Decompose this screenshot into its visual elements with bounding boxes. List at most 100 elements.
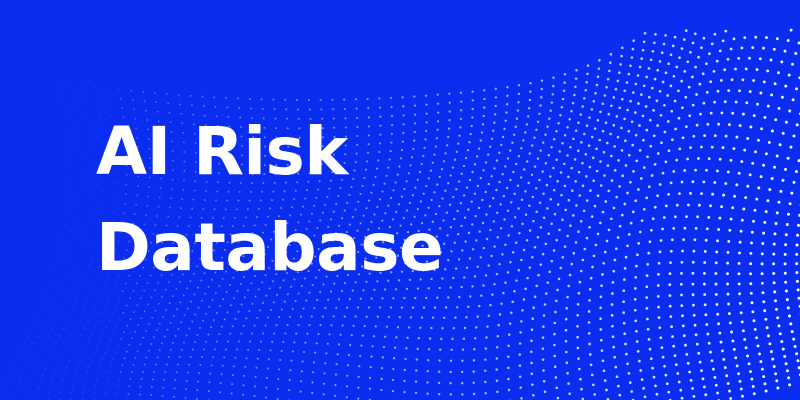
- wave-dot: [464, 156, 468, 160]
- wave-dot: [563, 162, 566, 166]
- wave-dot: [169, 321, 172, 324]
- wave-dot: [473, 275, 477, 278]
- wave-dot: [601, 102, 605, 105]
- wave-dot: [479, 176, 482, 180]
- wave-dot: [631, 210, 635, 214]
- wave-dot: [447, 181, 450, 185]
- wave-dot: [477, 147, 481, 150]
- wave-dot: [79, 187, 82, 189]
- wave-dot: [499, 227, 503, 230]
- wave-dot: [631, 91, 635, 94]
- wave-dot: [82, 245, 84, 248]
- wave-dot: [732, 147, 736, 151]
- wave-dot: [414, 296, 417, 300]
- wave-dot: [679, 388, 683, 392]
- wave-dot: [517, 207, 520, 210]
- wave-dot: [172, 315, 175, 318]
- wave-dot: [638, 124, 641, 127]
- wave-dot: [441, 327, 444, 330]
- wave-dot: [482, 284, 485, 287]
- wave-dot: [749, 262, 753, 266]
- wave-dot: [627, 153, 631, 157]
- wave-dot: [84, 378, 87, 381]
- wave-dot: [655, 392, 659, 396]
- wave-dot: [134, 330, 137, 333]
- wave-dot: [788, 383, 792, 387]
- wave-dot: [226, 311, 229, 314]
- wave-dot: [483, 369, 487, 373]
- wave-dot: [720, 349, 724, 353]
- wave-dot: [54, 297, 56, 300]
- wave-dot: [184, 396, 187, 399]
- wave-dot: [656, 124, 659, 127]
- wave-dot: [762, 231, 766, 235]
- wave-dot: [178, 356, 181, 358]
- wave-dot: [55, 341, 58, 344]
- wave-dot: [509, 178, 512, 182]
- wave-dot: [467, 305, 470, 309]
- wave-dot: [789, 145, 793, 149]
- wave-dot: [552, 166, 555, 170]
- wave-dot: [245, 317, 248, 320]
- wave-dot: [129, 297, 131, 300]
- wave-dot: [505, 186, 509, 190]
- wave-dot: [643, 31, 647, 35]
- wave-dot: [391, 389, 395, 393]
- wave-dot: [315, 342, 318, 345]
- wave-dot: [746, 137, 750, 140]
- wave-dot: [784, 120, 788, 124]
- wave-dot: [611, 324, 614, 328]
- wave-dot: [403, 390, 406, 394]
- wave-dot: [213, 348, 216, 351]
- wave-dot: [606, 77, 610, 81]
- wave-dot: [55, 367, 58, 369]
- wave-dot: [662, 42, 666, 46]
- wave-dot: [618, 106, 621, 110]
- wave-dot: [71, 244, 73, 247]
- wave-dot: [79, 313, 82, 316]
- wave-dot: [603, 379, 607, 382]
- wave-dot: [488, 205, 492, 208]
- wave-dot: [74, 272, 76, 275]
- wave-dot: [531, 256, 534, 259]
- wave-dot: [527, 107, 531, 110]
- wave-dot: [542, 216, 546, 220]
- wave-dot: [264, 324, 267, 327]
- wave-dot: [601, 210, 605, 214]
- wave-dot: [574, 241, 578, 244]
- wave-dot: [630, 390, 634, 393]
- wave-dot: [49, 279, 52, 282]
- wave-dot: [453, 217, 456, 221]
- wave-dot: [451, 166, 455, 169]
- wave-dot: [674, 127, 677, 131]
- wave-dot: [448, 118, 451, 122]
- wave-dot: [667, 390, 671, 394]
- wave-dot: [705, 227, 709, 231]
- wave-dot: [66, 136, 69, 139]
- wave-dot: [691, 260, 695, 264]
- wave-dot: [762, 80, 766, 84]
- wave-dot: [365, 315, 368, 318]
- wave-dot: [760, 127, 764, 131]
- wave-dot: [442, 242, 446, 245]
- wave-dot: [750, 230, 754, 234]
- wave-dot: [460, 285, 463, 289]
- wave-dot: [531, 383, 534, 386]
- wave-dot: [189, 94, 192, 97]
- wave-dot: [60, 243, 62, 245]
- wave-dot: [256, 316, 259, 319]
- wave-dot: [94, 86, 97, 88]
- wave-dot: [628, 381, 632, 384]
- wave-dot: [472, 359, 476, 362]
- wave-dot: [291, 350, 294, 353]
- wave-dot: [380, 377, 383, 381]
- wave-dot: [111, 312, 114, 315]
- wave-dot: [651, 366, 654, 370]
- wave-dot: [209, 372, 212, 375]
- wave-dot: [495, 272, 499, 276]
- wave-dot: [522, 168, 526, 171]
- wave-dot: [680, 260, 684, 264]
- wave-dot: [746, 184, 750, 188]
- wave-dot: [370, 355, 373, 358]
- wave-dot: [272, 301, 275, 304]
